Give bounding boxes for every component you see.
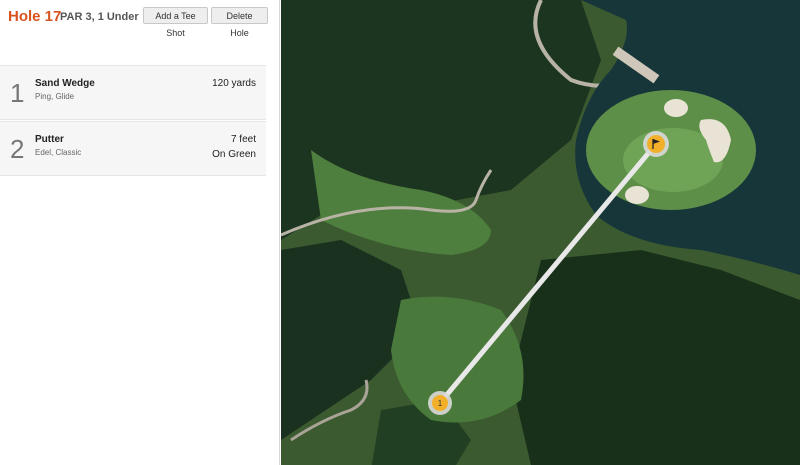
shot-result: On Green <box>212 149 256 160</box>
course-map[interactable]: 1 <box>281 0 800 465</box>
shot-distance: 7 feet <box>230 134 256 145</box>
shot-number: 2 <box>10 134 25 164</box>
shot-list: 1 Sand Wedge Ping, Glide 120 yards 2 Put… <box>0 65 266 177</box>
shot-panel: Hole 17 PAR 3, 1 Under Add a Tee Shot De… <box>0 0 280 465</box>
shot-club-model: Ping, Glide <box>35 92 75 101</box>
shot-club: Putter <box>35 134 64 145</box>
tee-marker-label: 1 <box>438 399 443 408</box>
shot-row[interactable]: 2 Putter Edel, Classic 7 feet On Green <box>0 121 266 176</box>
shot-club: Sand Wedge <box>35 78 95 89</box>
bunker <box>664 99 688 117</box>
shot-club-model: Edel, Classic <box>35 148 82 157</box>
shot-distance: 120 yards <box>212 78 256 89</box>
flag-marker[interactable] <box>647 135 665 153</box>
shot-row[interactable]: 1 Sand Wedge Ping, Glide 120 yards <box>0 65 266 120</box>
hole-par-score: PAR 3, 1 Under <box>60 11 139 23</box>
hole-title: Hole 17 <box>8 8 62 25</box>
add-tee-shot-button[interactable]: Add a Tee Shot <box>143 7 208 38</box>
hole-header: Hole 17 PAR 3, 1 Under Add a Tee Shot De… <box>0 0 280 38</box>
delete-hole-button[interactable]: Delete Hole <box>211 7 268 38</box>
bunker <box>625 186 649 204</box>
shot-number: 1 <box>10 78 25 108</box>
